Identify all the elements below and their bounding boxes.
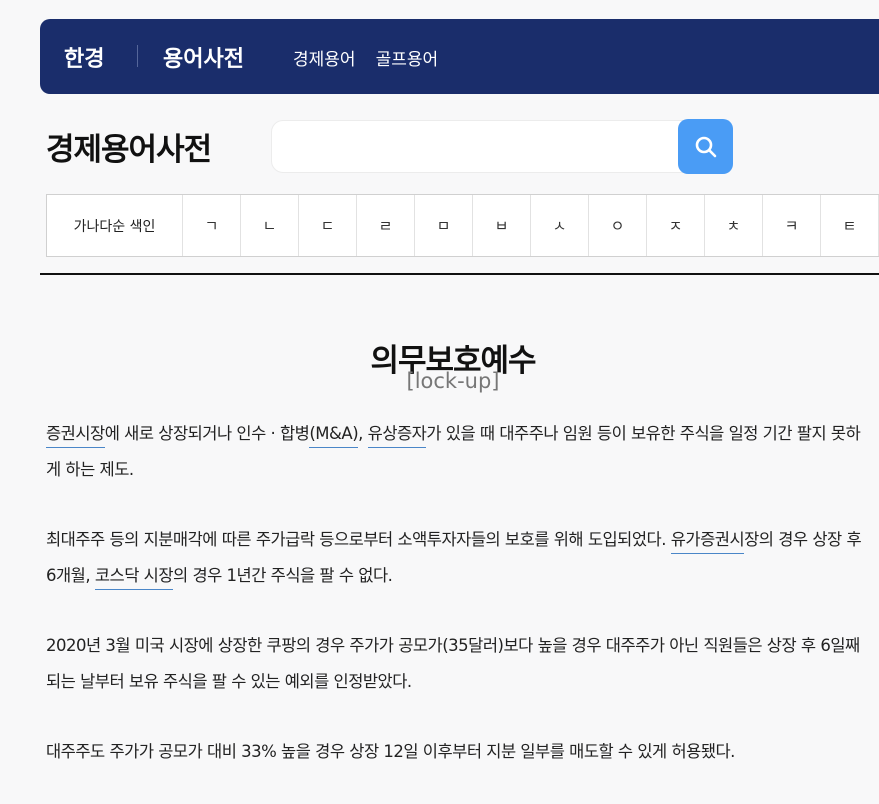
index-letter-tieut[interactable]: ㅌ: [821, 195, 879, 256]
index-letter-bieup[interactable]: ㅂ: [473, 195, 531, 256]
search-icon: [695, 136, 716, 157]
term-link-rights-offering[interactable]: 유상증자: [367, 424, 427, 448]
paragraph-text: 에 새로 상장되거나 인수 · 합병: [104, 424, 310, 443]
nav-golf-terms[interactable]: 골프용어: [376, 45, 439, 70]
paragraph-text: ,: [358, 424, 368, 443]
paragraph-text: 의 경우 1년간 주식을 팔 수 없다.: [173, 566, 393, 585]
index-letter-giyeok[interactable]: ㄱ: [183, 195, 241, 256]
index-label: 가나다순 색인: [47, 195, 183, 256]
index-letter-rieul[interactable]: ㄹ: [357, 195, 415, 256]
logo[interactable]: 한경: [64, 41, 104, 73]
index-letter-siot[interactable]: ㅅ: [531, 195, 589, 256]
index-letter-kieuk[interactable]: ㅋ: [763, 195, 821, 256]
definition-paragraph: 2020년 3월 미국 시장에 상장한 쿠팡의 경우 주가가 공모가(35달러)…: [46, 636, 860, 691]
section-divider: [40, 273, 879, 275]
divider: [137, 45, 138, 67]
index-letter-nieun[interactable]: ㄴ: [241, 195, 299, 256]
paragraph-text: 최대주주 등의 지분매각에 따른 주가급락 등으로부터 소액투자자들의 보호를 …: [46, 530, 671, 549]
term-definition: 증권시장에 새로 상장되거나 인수 · 합병(M&A), 유상증자가 있을 때 …: [46, 416, 868, 804]
index-letter-jieut[interactable]: ㅈ: [647, 195, 705, 256]
definition-paragraph: 증권시장에 새로 상장되거나 인수 · 합병(M&A), 유상증자가 있을 때 …: [46, 416, 868, 488]
search-input[interactable]: [286, 129, 670, 167]
index-bar: 가나다순 색인 ㄱ ㄴ ㄷ ㄹ ㅁ ㅂ ㅅ ㅇ ㅈ ㅊ ㅋ ㅌ: [46, 194, 879, 257]
index-letter-ieung[interactable]: ㅇ: [589, 195, 647, 256]
term-link-kospi-market[interactable]: 유가증권시: [670, 530, 745, 554]
search-box: [271, 120, 731, 173]
term-link-securities-market[interactable]: 증권시장: [46, 424, 105, 448]
top-header: 한경 용어사전 경제용어 골프용어: [40, 19, 879, 94]
definition-paragraph: 대주주도 주가가 공모가 대비 33% 높을 경우 상장 12일 이후부터 지분…: [46, 742, 735, 761]
term-link-ma[interactable]: (M&A): [309, 424, 359, 448]
definition-paragraph: 최대주주 등의 지분매각에 따른 주가급락 등으로부터 소액투자자들의 보호를 …: [46, 522, 868, 594]
site-title[interactable]: 용어사전: [163, 41, 244, 73]
term-link-kosdaq-market[interactable]: 코스닥 시장: [94, 566, 174, 590]
index-letter-digeut[interactable]: ㄷ: [299, 195, 357, 256]
index-letter-chieut[interactable]: ㅊ: [705, 195, 763, 256]
index-letter-mieum[interactable]: ㅁ: [415, 195, 473, 256]
dictionary-title: 경제용어사전: [46, 132, 212, 168]
main-nav: 경제용어 골프용어: [293, 45, 438, 70]
nav-economic-terms[interactable]: 경제용어: [293, 45, 356, 70]
term-english: [lock-up]: [406, 369, 500, 393]
search-button[interactable]: [678, 119, 733, 174]
